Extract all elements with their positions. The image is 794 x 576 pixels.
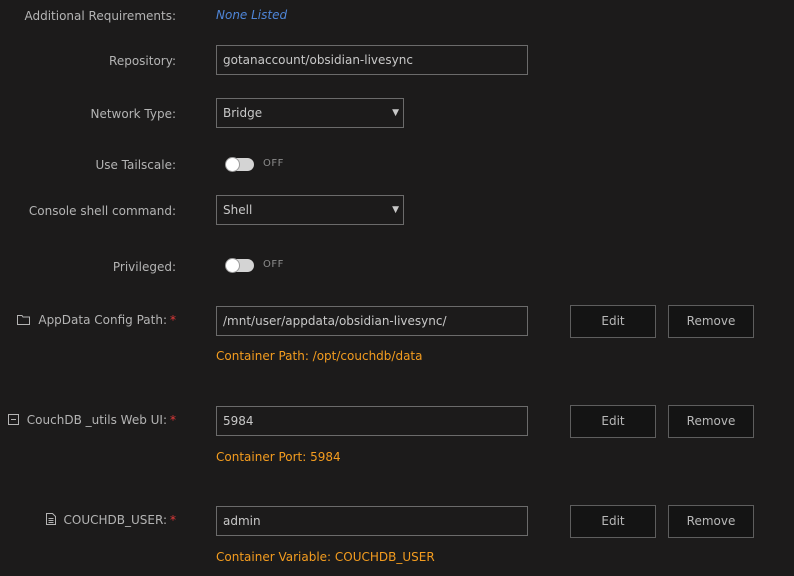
couchdb-user-remove-button[interactable]: Remove (668, 505, 754, 538)
network-type-select[interactable]: Bridge ▼ (216, 98, 404, 128)
couchdb-user-variable-hint: Container Variable: COUCHDB_USER (216, 550, 435, 564)
privileged-label: Privileged: (112, 260, 176, 274)
console-shell-label: Console shell command: (28, 204, 176, 218)
console-shell-select[interactable]: Shell ▼ (216, 195, 404, 225)
additional-requirements-label: Additional Requirements: (24, 9, 176, 23)
web-ui-label: CouchDB _utils Web UI: * (7, 412, 176, 429)
couchdb-user-label: COUCHDB_USER: * (45, 512, 176, 529)
repository-input[interactable] (216, 45, 528, 75)
privileged-toggle[interactable] (226, 259, 254, 272)
privileged-state: OFF (263, 259, 284, 270)
toggle-knob (226, 158, 239, 171)
appdata-remove-button[interactable]: Remove (668, 305, 754, 338)
use-tailscale-label: Use Tailscale: (95, 158, 176, 172)
chevron-down-icon: ▼ (392, 205, 399, 215)
port-icon (7, 413, 19, 429)
chevron-down-icon: ▼ (392, 108, 399, 118)
appdata-edit-button[interactable]: Edit (570, 305, 656, 338)
network-type-label: Network Type: (90, 107, 176, 121)
appdata-path-input[interactable] (216, 306, 528, 336)
web-ui-remove-button[interactable]: Remove (668, 405, 754, 438)
use-tailscale-state: OFF (263, 158, 284, 169)
couchdb-user-input[interactable] (216, 506, 528, 536)
additional-requirements-value: None Listed (216, 8, 288, 22)
appdata-container-path-hint: Container Path: /opt/couchdb/data (216, 349, 423, 363)
web-ui-edit-button[interactable]: Edit (570, 405, 656, 438)
use-tailscale-toggle[interactable] (226, 158, 254, 171)
couchdb-user-edit-button[interactable]: Edit (570, 505, 656, 538)
web-ui-container-port-hint: Container Port: 5984 (216, 450, 341, 464)
variable-icon (45, 512, 56, 529)
web-ui-port-input[interactable] (216, 406, 528, 436)
repository-label: Repository: (109, 54, 176, 68)
folder-icon (17, 313, 31, 329)
toggle-knob (226, 259, 239, 272)
appdata-path-label: AppData Config Path: * (17, 312, 176, 329)
